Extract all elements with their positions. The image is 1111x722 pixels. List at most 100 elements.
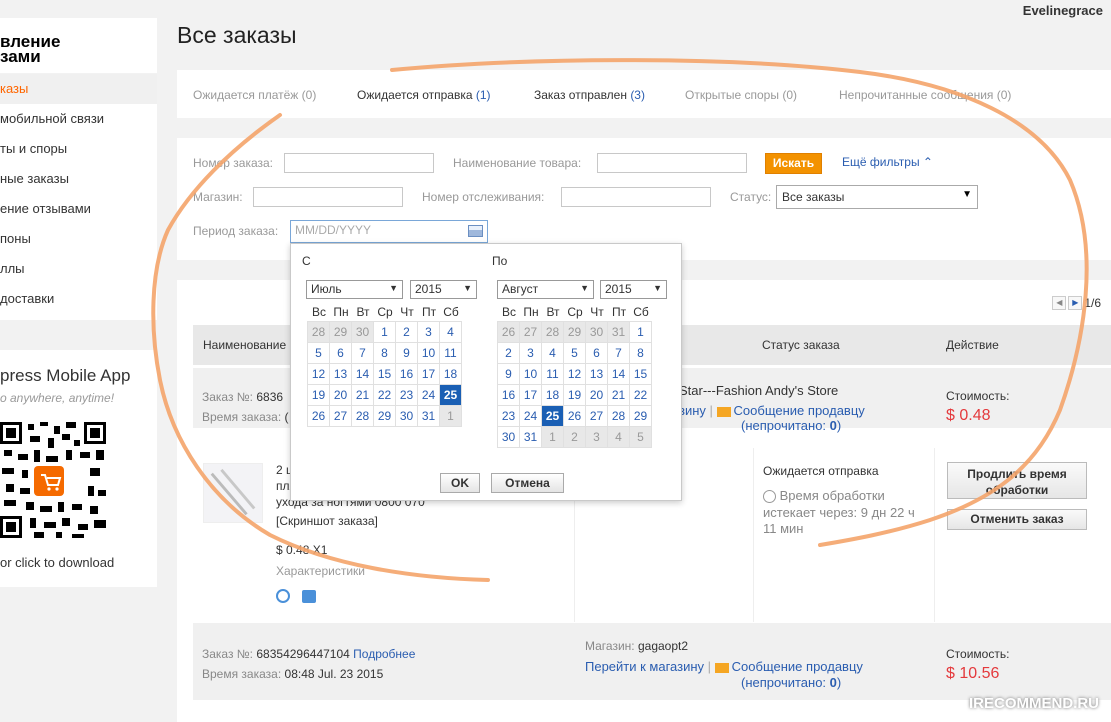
calendar-day[interactable]: 17: [417, 363, 440, 385]
calendar-day[interactable]: 1: [541, 426, 564, 448]
calendar-day[interactable]: 31: [417, 405, 440, 427]
calendar-day[interactable]: 10: [417, 342, 440, 364]
calendar-day[interactable]: 30: [395, 405, 418, 427]
calendar-day[interactable]: 26: [307, 405, 330, 427]
status-select[interactable]: Все заказы ▼: [776, 185, 978, 209]
from-year-select[interactable]: 2015 ▼: [410, 280, 477, 299]
calendar-day-selected[interactable]: 25: [541, 405, 564, 427]
calendar-day[interactable]: 27: [585, 405, 608, 427]
calendar-day[interactable]: 14: [351, 363, 374, 385]
calendar-day[interactable]: 21: [607, 384, 630, 406]
calendar-day[interactable]: 30: [351, 321, 374, 343]
calendar-day[interactable]: 1: [629, 321, 652, 343]
calendar-day-selected[interactable]: 25: [439, 384, 462, 406]
product-thumbnail[interactable]: [203, 463, 263, 523]
calendar-day[interactable]: 9: [497, 363, 520, 385]
calendar-day[interactable]: 16: [395, 363, 418, 385]
calendar-day[interactable]: 7: [351, 342, 374, 364]
calendar-day[interactable]: 28: [351, 405, 374, 427]
refresh-icon[interactable]: [302, 590, 316, 603]
calendar-day[interactable]: 26: [563, 405, 586, 427]
calendar-day[interactable]: 27: [519, 321, 542, 343]
to-month-select[interactable]: Август ▼: [497, 280, 594, 299]
calendar-day[interactable]: 23: [395, 384, 418, 406]
from-month-select[interactable]: Июль ▼: [306, 280, 403, 299]
calendar-day[interactable]: 22: [373, 384, 396, 406]
calendar-day[interactable]: 18: [439, 363, 462, 385]
calendar-day[interactable]: 15: [373, 363, 396, 385]
calendar-day[interactable]: 29: [329, 321, 352, 343]
calendar-day[interactable]: 31: [607, 321, 630, 343]
sidebar-item-shipping[interactable]: доставки: [0, 284, 157, 314]
calendar-day[interactable]: 1: [373, 321, 396, 343]
go-to-store-link[interactable]: Перейти к магазину: [585, 659, 704, 674]
next-page-icon[interactable]: ▶: [1068, 296, 1083, 310]
calendar-day[interactable]: 8: [373, 342, 396, 364]
message-seller-link[interactable]: Сообщение продавцу: [732, 659, 863, 674]
calendar-day[interactable]: 3: [519, 342, 542, 364]
order-snapshot-link[interactable]: [Скриншот заказа]: [276, 514, 378, 528]
calendar-day[interactable]: 26: [497, 321, 520, 343]
calendar-day[interactable]: 5: [563, 342, 586, 364]
message-seller-link[interactable]: Сообщение продавцу: [734, 403, 865, 418]
calendar-day[interactable]: 18: [541, 384, 564, 406]
qr-code-icon[interactable]: [0, 420, 108, 540]
calendar-day[interactable]: 5: [307, 342, 330, 364]
go-to-store-link[interactable]: зину: [679, 403, 706, 418]
calendar-day[interactable]: 27: [329, 405, 352, 427]
tab-awaiting-shipment[interactable]: Ожидается отправка (1): [357, 88, 491, 102]
calendar-day[interactable]: 14: [607, 363, 630, 385]
tab-open-disputes[interactable]: Открытые споры (0): [685, 88, 797, 102]
ok-button[interactable]: OK: [440, 473, 480, 493]
calendar-day[interactable]: 31: [519, 426, 542, 448]
calendar-day[interactable]: 17: [519, 384, 542, 406]
more-filters-link[interactable]: Ещё фильтры ⌃: [842, 155, 933, 169]
calendar-day[interactable]: 4: [541, 342, 564, 364]
tracking-input[interactable]: [561, 187, 711, 207]
calendar-day[interactable]: 6: [585, 342, 608, 364]
calendar-day[interactable]: 30: [497, 426, 520, 448]
tab-unread-messages[interactable]: Непрочитанные сообщения (0): [839, 88, 1011, 102]
calendar-day[interactable]: 8: [629, 342, 652, 364]
calendar-day[interactable]: 28: [541, 321, 564, 343]
sidebar-item-points[interactable]: ллы: [0, 254, 157, 284]
alarm-clock-icon[interactable]: [276, 589, 290, 603]
calendar-day[interactable]: 19: [563, 384, 586, 406]
sidebar-item-coupons[interactable]: поны: [0, 224, 157, 254]
sidebar-item-mobile[interactable]: мобильной связи: [0, 104, 157, 134]
sidebar-item-disputes[interactable]: ты и споры: [0, 134, 157, 164]
product-name-input[interactable]: [597, 153, 747, 173]
username[interactable]: Evelinegrace: [1023, 3, 1103, 18]
calendar-day[interactable]: 5: [629, 426, 652, 448]
calendar-day[interactable]: 28: [607, 405, 630, 427]
calendar-day[interactable]: 10: [519, 363, 542, 385]
calendar-day[interactable]: 24: [417, 384, 440, 406]
tab-shipped[interactable]: Заказ отправлен (3): [534, 88, 645, 102]
cancel-order-button[interactable]: Отменить заказ: [947, 509, 1087, 530]
calendar-day[interactable]: 16: [497, 384, 520, 406]
sidebar-item-orders[interactable]: казы: [0, 74, 157, 104]
calendar-day[interactable]: 29: [373, 405, 396, 427]
calendar-day[interactable]: 9: [395, 342, 418, 364]
to-year-select[interactable]: 2015 ▼: [600, 280, 667, 299]
calendar-day[interactable]: 30: [585, 321, 608, 343]
calendar-day[interactable]: 13: [585, 363, 608, 385]
calendar-day[interactable]: 29: [563, 321, 586, 343]
prev-page-icon[interactable]: ◀: [1052, 296, 1067, 310]
order-number-input[interactable]: [284, 153, 434, 173]
calendar-day[interactable]: 11: [439, 342, 462, 364]
calendar-day[interactable]: 22: [629, 384, 652, 406]
period-input[interactable]: MM/DD/YYYY: [290, 220, 488, 243]
calendar-day[interactable]: 4: [439, 321, 462, 343]
calendar-day[interactable]: 24: [519, 405, 542, 427]
calendar-day[interactable]: 7: [607, 342, 630, 364]
calendar-day[interactable]: 11: [541, 363, 564, 385]
calendar-day[interactable]: 29: [629, 405, 652, 427]
app-download-link[interactable]: or click to download: [0, 555, 114, 570]
calendar-day[interactable]: 2: [497, 342, 520, 364]
calendar-day[interactable]: 2: [563, 426, 586, 448]
cancel-button[interactable]: Отмена: [491, 473, 564, 493]
order-details-link[interactable]: Подробнее: [353, 647, 415, 661]
calendar-day[interactable]: 21: [351, 384, 374, 406]
tab-awaiting-payment[interactable]: Ожидается платёж (0): [193, 88, 316, 102]
